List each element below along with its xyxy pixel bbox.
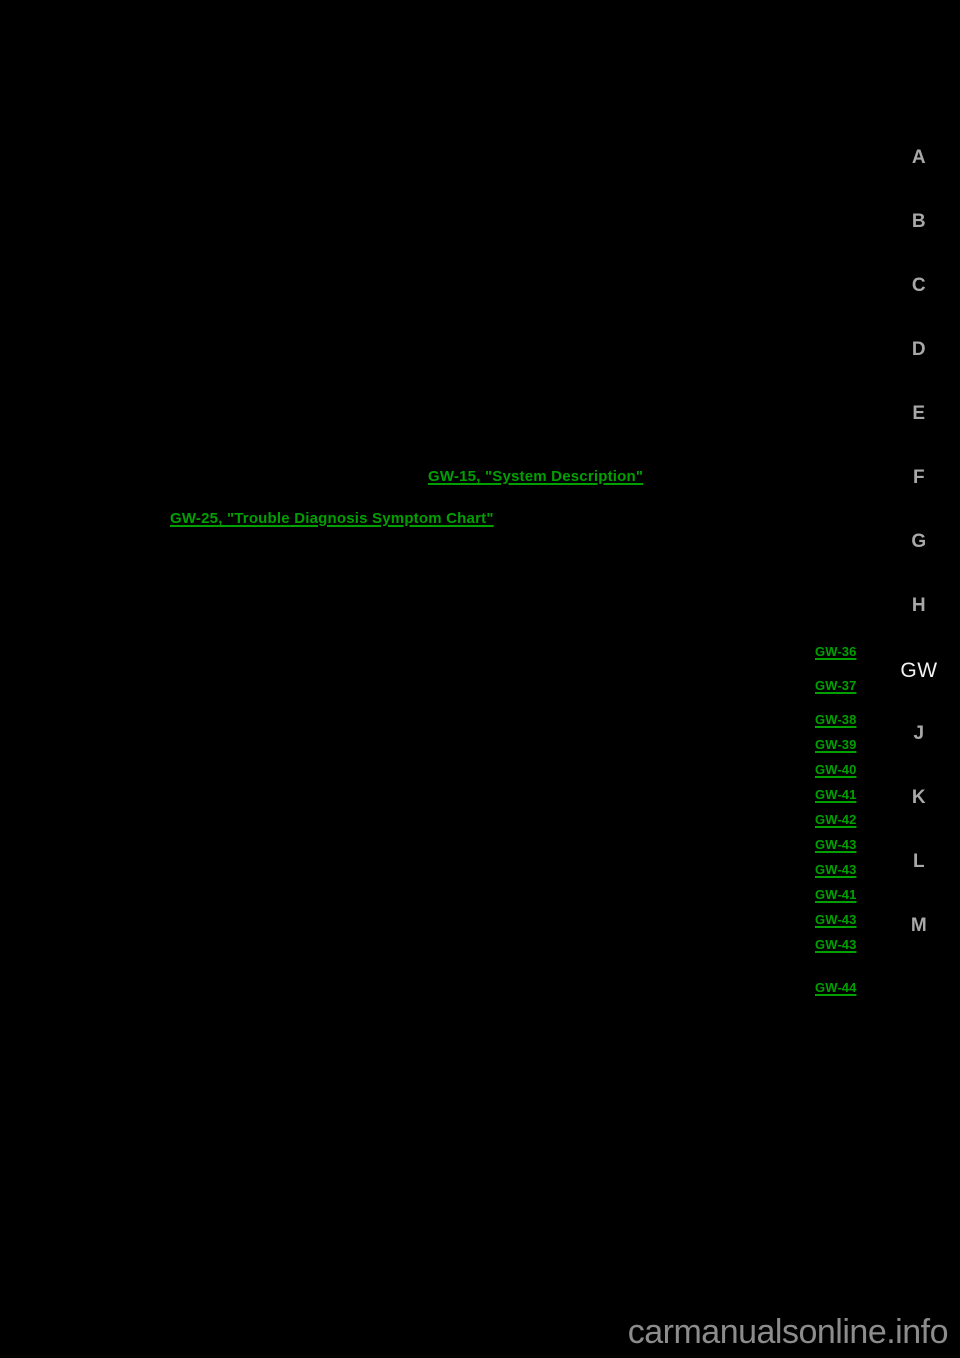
chapter-tab-e[interactable]: E bbox=[896, 404, 942, 423]
page-reference-link[interactable]: GW-41 bbox=[815, 787, 856, 802]
chapter-tab-m[interactable]: M bbox=[896, 916, 942, 935]
page-reference-link[interactable]: GW-38 bbox=[815, 712, 856, 727]
chapter-tab-l[interactable]: L bbox=[896, 852, 942, 871]
chapter-tab-gw[interactable]: GW bbox=[896, 660, 942, 681]
page-reference-link[interactable]: GW-43 bbox=[815, 837, 856, 852]
chapter-tab-g[interactable]: G bbox=[896, 532, 942, 551]
page-reference-link[interactable]: GW-39 bbox=[815, 737, 856, 752]
page-reference-link[interactable]: GW-37 bbox=[815, 678, 856, 693]
page-reference-link[interactable]: GW-41 bbox=[815, 887, 856, 902]
chapter-tab-k[interactable]: K bbox=[896, 788, 942, 807]
chapter-tab-j[interactable]: J bbox=[896, 724, 942, 743]
page-reference-link[interactable]: GW-44 bbox=[815, 980, 856, 995]
chapter-tab-f[interactable]: F bbox=[896, 468, 942, 487]
link-trouble-diagnosis-symptom-chart[interactable]: GW-25, "Trouble Diagnosis Symptom Chart" bbox=[170, 510, 494, 527]
page-reference-link[interactable]: GW-43 bbox=[815, 912, 856, 927]
page-reference-link[interactable]: GW-36 bbox=[815, 644, 856, 659]
chapter-tab-a[interactable]: A bbox=[896, 148, 942, 167]
chapter-tab-b[interactable]: B bbox=[896, 212, 942, 231]
page-reference-link[interactable]: GW-42 bbox=[815, 812, 856, 827]
manual-page: GW-15, "System Description" GW-25, "Trou… bbox=[0, 0, 960, 1358]
chapter-tab-strip: A B C D E F G H GW J K L M bbox=[896, 130, 942, 960]
link-system-description[interactable]: GW-15, "System Description" bbox=[428, 468, 643, 485]
page-reference-link[interactable]: GW-40 bbox=[815, 762, 856, 777]
page-reference-link[interactable]: GW-43 bbox=[815, 862, 856, 877]
chapter-tab-d[interactable]: D bbox=[896, 340, 942, 359]
site-watermark: carmanualsonline.info bbox=[627, 1313, 949, 1351]
page-reference-link[interactable]: GW-43 bbox=[815, 937, 856, 952]
chapter-tab-h[interactable]: H bbox=[896, 596, 942, 615]
chapter-tab-c[interactable]: C bbox=[896, 276, 942, 295]
